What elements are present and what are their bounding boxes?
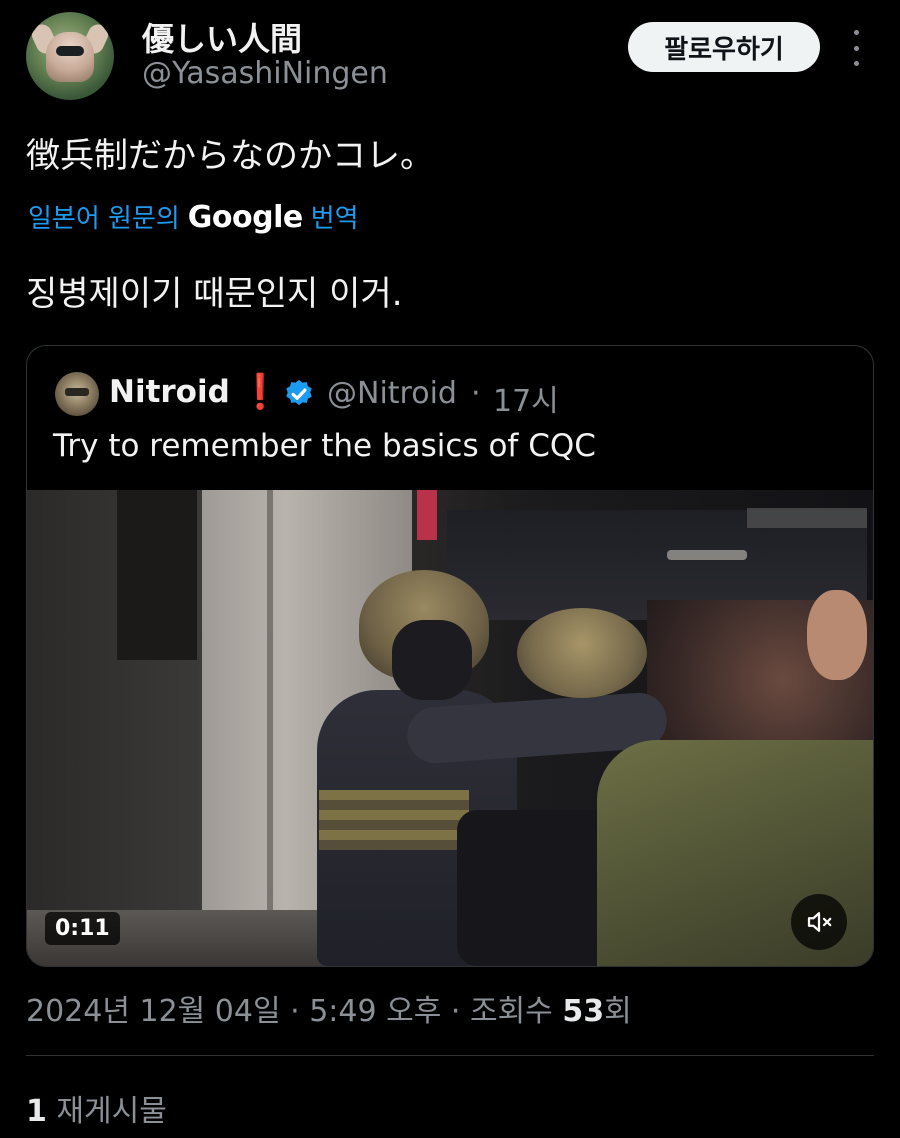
quoted-author-name[interactable]: Nitroid <box>109 374 230 410</box>
translation-attribution[interactable]: 일본어 원문의 Google 번역 <box>28 198 359 235</box>
translated-text: 징병제이기 때문인지 이거. <box>26 274 403 314</box>
post-time[interactable]: 5:49 오후 <box>309 994 441 1029</box>
quoted-author-avatar[interactable] <box>55 372 99 416</box>
repost-label: 재게시물 <box>56 1094 167 1129</box>
quoted-author-handle[interactable]: @Nitroid <box>327 376 457 411</box>
repost-count: 1 <box>26 1094 47 1129</box>
author-avatar[interactable] <box>26 12 114 100</box>
repost-stat[interactable]: 1 재게시물 <box>26 1086 167 1130</box>
views-suffix: 회 <box>604 994 632 1029</box>
verified-badge-icon <box>286 380 312 406</box>
meta-separator: · <box>450 994 461 1029</box>
quoted-tweet-card[interactable]: Nitroid ❗ @Nitroid · 17시 Try to remember… <box>26 345 874 967</box>
tweet-metadata: 2024년 12월 04일 · 5:49 오후 · 조회수 53회 <box>26 986 632 1030</box>
views-label: 조회수 <box>469 994 553 1029</box>
translate-prefix: 일본어 원문의 <box>28 204 180 234</box>
speaker-muted-icon[interactable] <box>791 894 847 950</box>
more-vertical-icon[interactable] <box>846 30 866 66</box>
exclamation-badge-icon: ❗ <box>239 372 282 412</box>
author-handle[interactable]: @YasashiNingen <box>142 56 388 91</box>
quoted-timestamp[interactable]: 17시 <box>493 376 559 420</box>
follow-button[interactable]: 팔로우하기 <box>628 22 820 72</box>
translate-link[interactable]: 번역 <box>311 198 359 235</box>
meta-separator: · <box>290 994 300 1029</box>
google-logo: Google <box>187 200 303 235</box>
quote-separator: · <box>471 376 481 411</box>
video-duration-badge: 0:11 <box>45 912 120 945</box>
post-date[interactable]: 2024년 12월 04일 <box>26 994 281 1029</box>
author-display-name[interactable]: 優しい人間 <box>142 14 302 60</box>
divider <box>26 1055 874 1056</box>
views-count: 53 <box>562 994 605 1029</box>
video-player[interactable]: 0:11 <box>27 490 873 966</box>
tweet-text: 徴兵制だからなのかコレ。 <box>26 136 434 176</box>
quoted-tweet-text: Try to remember the basics of CQC <box>53 428 596 464</box>
